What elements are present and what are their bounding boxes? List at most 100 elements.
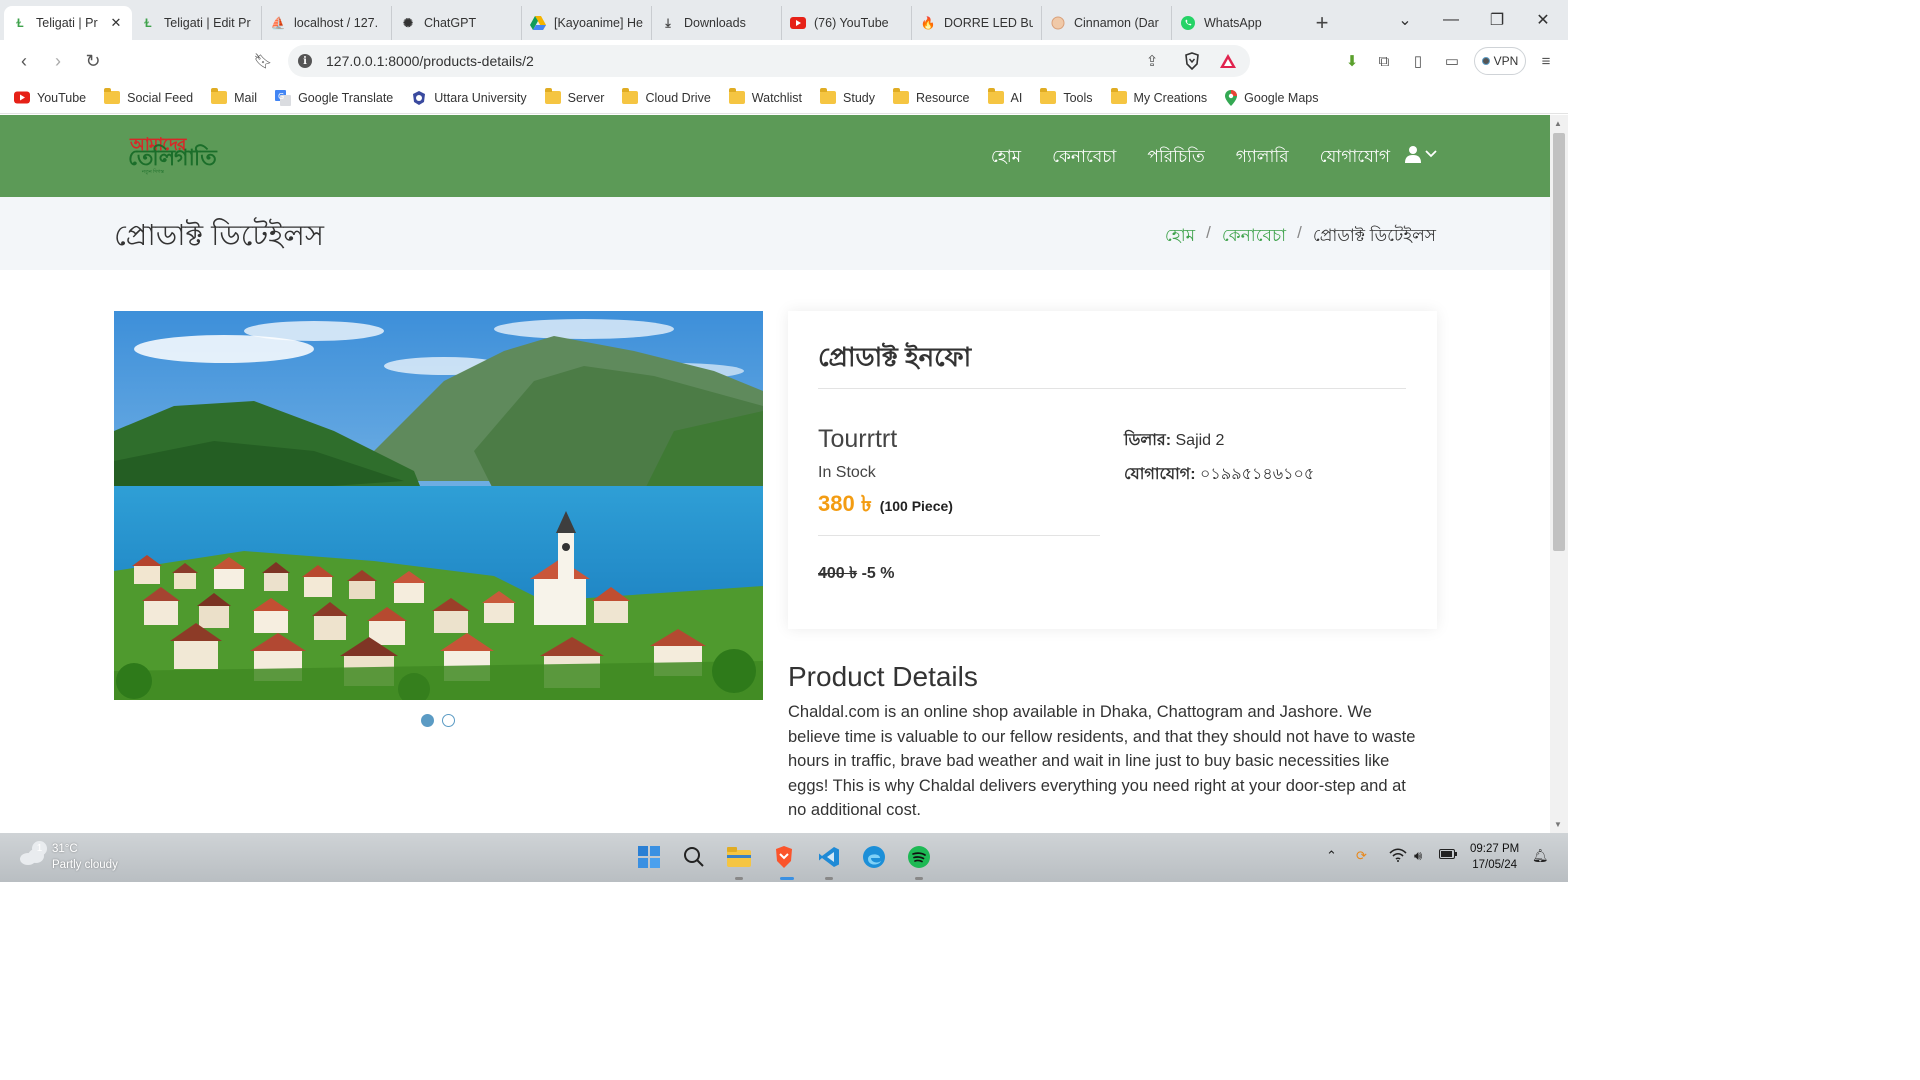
bookmark-page-icon[interactable]: 🔖︎ [250,48,276,74]
share-icon[interactable]: ⇪ [1142,51,1162,71]
system-clock[interactable]: 09:27 PM 17/05/24 [1470,841,1519,873]
nav-gallery[interactable]: গ্যালারি [1236,144,1289,172]
volume-icon[interactable]: 🔊︎ [1414,848,1422,864]
minimize-button[interactable]: — [1428,0,1474,40]
bookmark-label: Tools [1063,90,1093,105]
youtube-icon [14,91,30,104]
folder-icon [728,88,745,104]
google-maps-icon [1225,89,1238,106]
bookmark-google-translate[interactable]: G Google Translate [275,89,394,106]
nav-home[interactable]: হোম [991,144,1021,172]
nav-about[interactable]: পরিচিতি [1147,144,1204,172]
site-logo[interactable]: আমাদের তেলিগাতি নতুন দিগন্ত [126,135,217,176]
bookmark-cloud-drive[interactable]: Cloud Drive [622,88,711,105]
breadcrumb-buy-sell[interactable]: কেনাবেচা [1222,223,1286,251]
tab-title: [Kayoanime] He [554,16,643,30]
tab-teligati-product[interactable]: Ɫ Teligati | Pr ✕ [4,6,132,40]
bookmark-uttara-university[interactable]: Uttara University [411,90,527,106]
folder-icon [893,88,910,104]
bookmark-label: Google Translate [298,90,394,105]
scroll-down-arrow-icon[interactable]: ▼ [1554,820,1562,829]
file-explorer-icon[interactable] [726,844,752,870]
logo-line2: তেলিগাতি [128,145,217,171]
tab-title: Teligati | Pr [36,16,98,30]
nav-buy-sell[interactable]: কেনাবেচা [1052,144,1116,172]
slider-indicators [421,714,463,727]
brave-rewards-icon[interactable] [1218,51,1238,71]
notification-bell-icon[interactable]: 🔔︎ [1532,848,1549,864]
folder-icon [211,88,228,104]
spotify-icon[interactable] [906,844,932,870]
menu-icon[interactable]: ≡ [1536,51,1556,71]
forward-button[interactable]: › [45,48,71,74]
wifi-icon[interactable] [1389,848,1407,865]
extensions-puzzle-icon[interactable]: ⧉ [1374,51,1394,71]
brave-browser-icon[interactable] [771,844,797,870]
scrollbar-thumb[interactable] [1553,133,1565,551]
bookmark-social-feed[interactable]: Social Feed [104,88,194,105]
folder-icon [1040,88,1057,104]
folder-icon [820,88,837,104]
download-extension-icon[interactable]: ⬇ [1342,51,1362,71]
tab-phpmyadmin[interactable]: ⛵ localhost / 127. [262,6,392,40]
site-info-icon[interactable]: i [298,54,312,68]
scroll-up-arrow-icon[interactable]: ▲ [1554,119,1562,128]
user-menu-button[interactable] [1404,145,1437,163]
edge-browser-icon[interactable] [861,844,887,870]
url-text[interactable]: 127.0.0.1:8000/products-details/2 [326,53,534,69]
bookmark-ai[interactable]: AI [987,88,1022,105]
tab-cinnamon[interactable]: Cinnamon (Dar [1042,6,1172,40]
tab-teligati-edit[interactable]: Ɫ Teligati | Edit Pr [132,6,262,40]
tab-dorre[interactable]: 🔥 DORRE LED Bu [912,6,1042,40]
sync-icon[interactable]: ⟳ [1356,848,1367,864]
bookmark-server[interactable]: Server [544,88,604,105]
address-bar[interactable]: i 127.0.0.1:8000/products-details/2 [288,45,1250,77]
bookmark-resource[interactable]: Resource [893,88,970,105]
bookmark-youtube[interactable]: YouTube [14,91,86,105]
wallet-icon[interactable]: ▭ [1442,51,1462,71]
vscode-icon[interactable] [816,844,842,870]
weather-widget[interactable]: 1 31°C Partly cloudy [18,841,118,873]
google-drive-icon [530,15,546,31]
slider-dot-1[interactable] [421,714,434,727]
bookmark-label: Uttara University [434,90,527,105]
slider-dot-2[interactable] [442,714,455,727]
tab-google-drive[interactable]: [Kayoanime] He [522,6,652,40]
bookmark-mail[interactable]: Mail [211,88,257,105]
bookmark-google-maps[interactable]: Google Maps [1225,89,1319,106]
close-window-button[interactable]: ✕ [1520,0,1566,40]
tab-youtube[interactable]: (76) YouTube [782,6,912,40]
bookmark-study[interactable]: Study [820,88,875,105]
battery-icon[interactable] [1439,848,1457,863]
new-tab-button[interactable]: + [1302,6,1342,40]
tab-title: Cinnamon (Dar [1074,16,1159,30]
back-button[interactable]: ‹ [11,48,37,74]
windows-start-icon[interactable] [636,844,662,870]
bookmark-label: Social Feed [127,90,194,105]
product-image-slide[interactable] [114,311,763,700]
main-nav: হোম কেনাবেচা পরিচিতি গ্যালারি যোগাযোগ [960,144,1390,172]
tab-chatgpt[interactable]: ✺ ChatGPT [392,6,522,40]
reload-button[interactable]: ↻ [80,48,106,74]
vpn-button[interactable]: VPN [1474,47,1526,75]
vpn-status-icon [1481,57,1490,65]
brave-shield-icon[interactable] [1182,51,1202,71]
search-icon[interactable] [681,844,707,870]
close-icon[interactable]: ✕ [108,15,124,31]
tab-whatsapp[interactable]: WhatsApp [1172,6,1302,40]
tray-overflow-chevron-icon[interactable]: ⌃ [1326,848,1337,864]
bookmark-tools[interactable]: Tools [1040,88,1093,105]
tab-downloads[interactable]: ⤓ Downloads [652,6,782,40]
nav-contact[interactable]: যোগাযোগ [1320,144,1390,172]
breadcrumb-home[interactable]: হোম [1165,223,1195,251]
contact-number[interactable]: ০১৯৯৫১৪৬১০৫ [1200,466,1314,483]
bookmark-my-creations[interactable]: My Creations [1110,88,1207,105]
bookmark-label: YouTube [37,90,87,105]
tab-search-chevron-icon[interactable]: ⌄ [1382,0,1428,40]
restore-button[interactable]: ❐ [1474,0,1520,40]
bookmark-watchlist[interactable]: Watchlist [728,88,802,105]
product-details-heading: Product Details [788,661,978,692]
product-info-heading: প্রোডাক্ট ইনফো [818,342,972,372]
sidebar-icon[interactable]: ▯ [1408,51,1428,71]
page-scrollbar[interactable]: ▲ ▼ [1550,115,1568,833]
